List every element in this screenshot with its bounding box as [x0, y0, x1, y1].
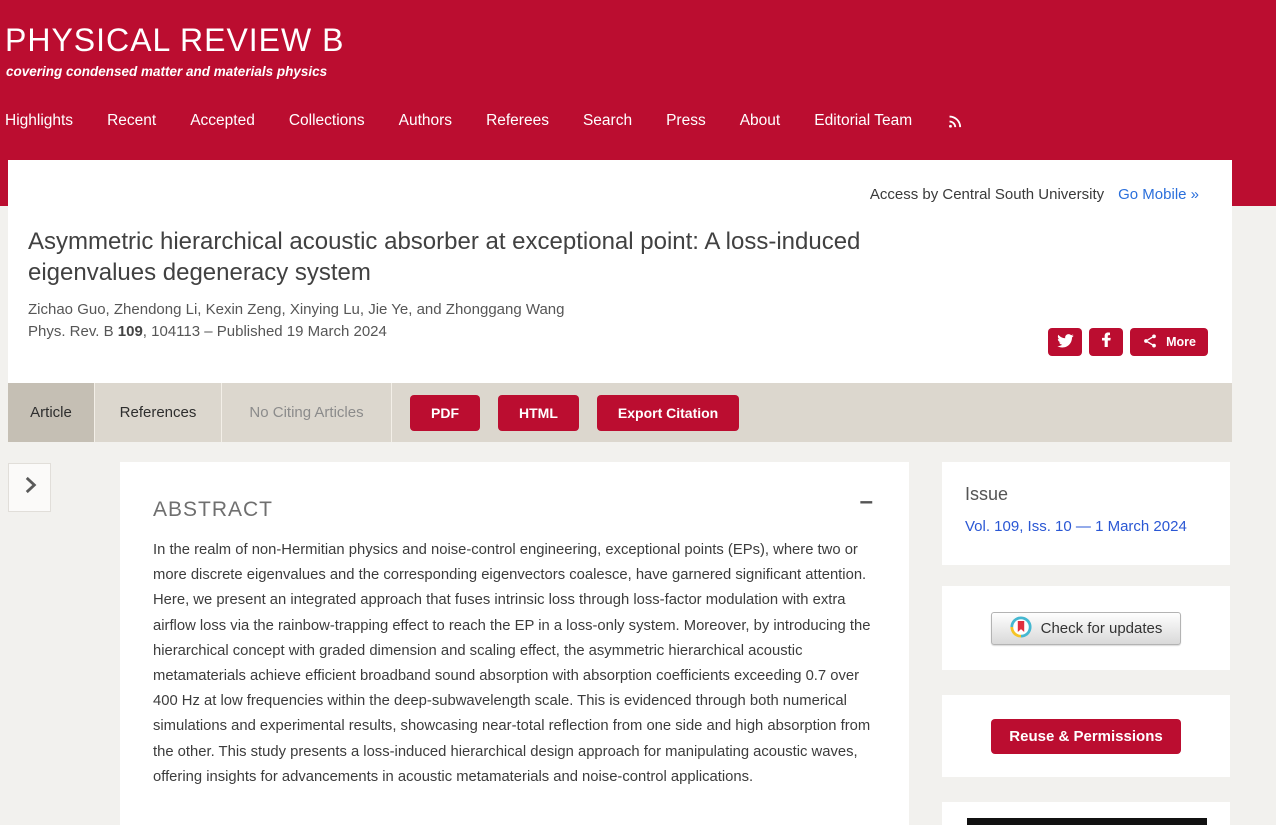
issue-link[interactable]: Vol. 109, Iss. 10 — 1 March 2024: [965, 518, 1187, 535]
reuse-permissions-box: Reuse & Permissions: [942, 695, 1230, 777]
article-authors: Zichao Guo, Zhendong Li, Kexin Zeng, Xin…: [28, 301, 564, 318]
facebook-icon: [1097, 332, 1115, 353]
tab-actions: PDF HTML Export Citation: [410, 383, 739, 442]
twitter-icon: [1056, 332, 1074, 353]
twitter-share-button[interactable]: [1048, 328, 1082, 356]
header-side-strip-right: [1232, 160, 1276, 206]
article-title: Asymmetric hierarchical acoustic absorbe…: [28, 226, 908, 288]
issue-box: Issue Vol. 109, Iss. 10 — 1 March 2024: [942, 462, 1230, 565]
journal-masthead: PHYSICAL REVIEW B covering condensed mat…: [0, 0, 1276, 160]
nav-item-press[interactable]: Press: [666, 112, 706, 130]
reuse-permissions-button[interactable]: Reuse & Permissions: [991, 719, 1181, 754]
check-updates-box: Check for updates: [942, 586, 1230, 670]
crossmark-icon: [1010, 616, 1032, 641]
abstract-panel: ABSTRACT – In the realm of non-Hermitian…: [120, 462, 909, 825]
share-icon: [1142, 333, 1158, 352]
share-more-button[interactable]: More: [1130, 328, 1208, 356]
export-citation-button[interactable]: Export Citation: [597, 395, 739, 431]
nav-item-accepted[interactable]: Accepted: [190, 112, 255, 130]
share-buttons: More: [1048, 328, 1208, 356]
nav-item-authors[interactable]: Authors: [399, 112, 452, 130]
citation-journal: Phys. Rev. B: [28, 323, 118, 340]
main-nav: Highlights Recent Accepted Collections A…: [5, 112, 963, 130]
citation-volume: 109: [118, 323, 143, 340]
access-text: Access by Central South University: [870, 186, 1104, 203]
tab-article[interactable]: Article: [8, 383, 95, 442]
nav-item-collections[interactable]: Collections: [289, 112, 365, 130]
collapse-abstract-button[interactable]: –: [860, 490, 873, 514]
signup-box-partial: [942, 802, 1230, 825]
nav-item-highlights[interactable]: Highlights: [5, 112, 73, 130]
nav-item-referees[interactable]: Referees: [486, 112, 549, 130]
signup-box-top-bar: [967, 818, 1207, 825]
chevron-right-icon: [17, 472, 43, 503]
access-bar: Access by Central South University Go Mo…: [870, 186, 1199, 203]
header-side-strip-left: [0, 160, 8, 206]
article-citation: Phys. Rev. B 109, 104113 – Published 19 …: [28, 323, 387, 340]
tab-references[interactable]: References: [95, 383, 222, 442]
nav-item-editorial-team[interactable]: Editorial Team: [814, 112, 912, 130]
article-tabbar: Article References No Citing Articles PD…: [8, 383, 1232, 442]
share-more-label: More: [1166, 335, 1196, 349]
check-for-updates-label: Check for updates: [1041, 620, 1163, 637]
nav-item-about[interactable]: About: [740, 112, 781, 130]
sidebar-expand-button[interactable]: [8, 463, 51, 512]
facebook-share-button[interactable]: [1089, 328, 1123, 356]
abstract-heading: ABSTRACT: [153, 498, 273, 522]
pdf-button[interactable]: PDF: [410, 395, 480, 431]
page: PHYSICAL REVIEW B covering condensed mat…: [0, 0, 1276, 825]
tab-no-citing-articles: No Citing Articles: [222, 383, 392, 442]
citation-rest: , 104113 – Published 19 March 2024: [143, 323, 387, 340]
journal-title: PHYSICAL REVIEW B: [5, 22, 344, 59]
journal-tagline: covering condensed matter and materials …: [6, 64, 327, 79]
issue-heading: Issue: [965, 484, 1008, 505]
nav-item-search[interactable]: Search: [583, 112, 632, 130]
go-mobile-link[interactable]: Go Mobile »: [1118, 186, 1199, 203]
abstract-text: In the realm of non-Hermitian physics an…: [153, 538, 885, 790]
rss-icon[interactable]: [946, 113, 963, 130]
article-header-panel: Access by Central South University Go Mo…: [8, 160, 1232, 383]
check-for-updates-button[interactable]: Check for updates: [991, 612, 1181, 645]
nav-item-recent[interactable]: Recent: [107, 112, 156, 130]
html-button[interactable]: HTML: [498, 395, 579, 431]
